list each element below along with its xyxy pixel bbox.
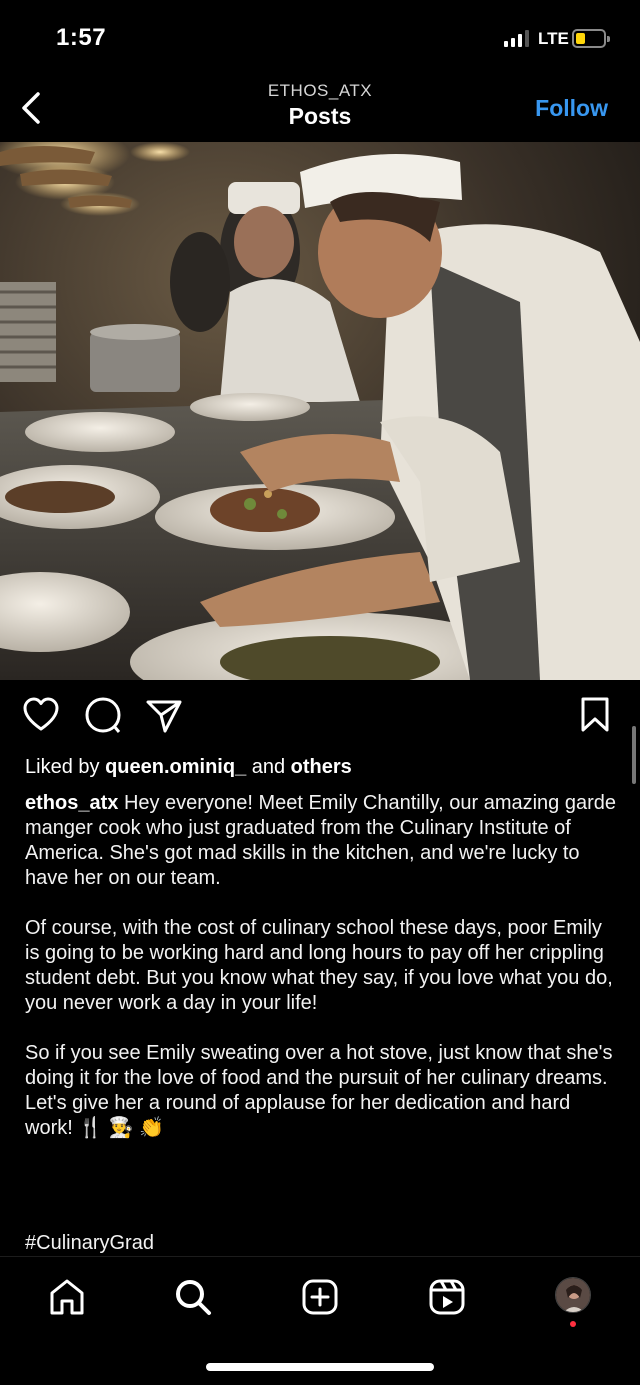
- post-header: ETHOS_ATX Posts Follow: [0, 76, 640, 142]
- search-icon[interactable]: [173, 1277, 213, 1317]
- home-indicator[interactable]: [206, 1363, 434, 1371]
- profile-avatar[interactable]: [555, 1277, 591, 1313]
- liked-by-prefix: Liked by: [25, 756, 106, 778]
- liked-by-user-link[interactable]: queen.ominiq_: [105, 756, 246, 778]
- caption-paragraph-1: ethos_atx Hey everyone! Meet Emily Chant…: [25, 791, 620, 891]
- battery-icon: [572, 29, 610, 48]
- notification-dot: [570, 1321, 576, 1327]
- hashtag-link[interactable]: #CulinaryGrad: [25, 1232, 154, 1255]
- comment-bubble-icon[interactable]: [84, 696, 122, 734]
- scrollbar[interactable]: [632, 726, 636, 784]
- post-actions: [0, 696, 640, 740]
- kitchen-chef-photo: [0, 142, 640, 680]
- caption-paragraph-2: Of course, with the cost of culinary sch…: [25, 917, 613, 1014]
- reels-icon[interactable]: [427, 1277, 467, 1317]
- caption-paragraph-3: So if you see Emily sweating over a hot …: [25, 1042, 613, 1139]
- network-label: LTE: [538, 29, 569, 48]
- status-time: 1:57: [56, 24, 107, 51]
- signal-strength-icon: [504, 30, 529, 47]
- status-bar: 1:57 LTE: [0, 0, 640, 76]
- liked-by-text: Liked by queen.ominiq_ and others: [25, 756, 352, 779]
- liked-by-mid: and: [246, 756, 291, 778]
- new-post-icon[interactable]: [300, 1277, 340, 1317]
- paper-plane-icon[interactable]: [145, 696, 183, 734]
- caption-username[interactable]: ethos_atx: [25, 792, 118, 814]
- post-caption: ethos_atx Hey everyone! Meet Emily Chant…: [25, 791, 620, 1166]
- liked-by-others-link[interactable]: others: [291, 756, 352, 778]
- heart-icon[interactable]: [22, 696, 60, 734]
- bookmark-icon[interactable]: [578, 696, 612, 734]
- home-icon[interactable]: [47, 1277, 87, 1317]
- follow-button[interactable]: Follow: [535, 95, 608, 122]
- post-photo[interactable]: [0, 142, 640, 680]
